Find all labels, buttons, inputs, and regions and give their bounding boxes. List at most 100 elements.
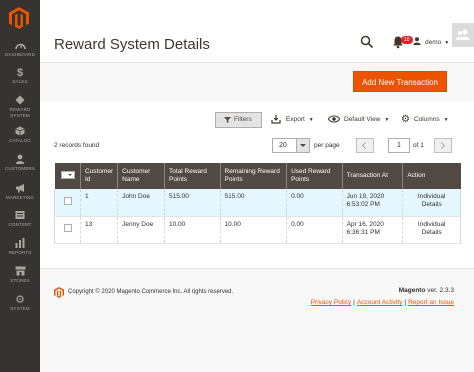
sidebar-item-label: SALES (12, 79, 28, 84)
content-icon (0, 210, 40, 222)
sidebar-item-label: CATALOG (9, 138, 31, 143)
next-page-button[interactable] (434, 138, 452, 153)
page-count: of 1 (413, 142, 424, 149)
magento-logo[interactable] (9, 7, 29, 29)
bar-chart-icon (0, 238, 40, 250)
sidebar-item-system[interactable]: ⚙ SYSTEM (0, 294, 40, 312)
dashboard-icon (0, 40, 40, 52)
total-reward-points: 515.00 (163, 189, 221, 217)
transaction-at: Apr 16, 2020 6:36:31 PM (341, 216, 403, 244)
store-icon (0, 266, 40, 278)
view-dropdown[interactable]: Default View ▼ (344, 116, 389, 123)
table-row[interactable]: 13 Jenny Doe 10.00 10.00 0.00 Apr 16, 20… (54, 216, 461, 244)
search-icon[interactable] (360, 35, 374, 49)
reward-icon (0, 95, 40, 107)
mass-select-dropdown[interactable] (60, 170, 75, 179)
customer-id: 13 (79, 216, 118, 244)
column-header[interactable]: Transaction At (341, 163, 403, 189)
used-reward-points: 0.00 (286, 189, 343, 217)
filter-icon (224, 117, 231, 123)
customer-name: Jenny Doe (117, 216, 165, 244)
row-checkbox[interactable] (64, 224, 72, 232)
page-number-input[interactable]: 1 (388, 138, 410, 153)
per-page-toggle[interactable] (296, 138, 310, 153)
sidebar-item-label: REPORTS (8, 250, 32, 255)
export-dropdown[interactable]: Export ▼ (286, 116, 314, 123)
row-select-cell[interactable] (54, 189, 81, 217)
individual-details-link[interactable]: Individual Details (402, 216, 461, 244)
page-title: Reward System Details (54, 36, 210, 53)
magento-version: Magento ver. 2.3.3 (399, 287, 454, 294)
used-reward-points: 0.00 (286, 216, 343, 244)
column-header: Action (402, 163, 461, 189)
sidebar-item-sales[interactable]: $ SALES (0, 67, 40, 85)
main-content: Reward System Details 10 demo ▼ Add New T… (40, 0, 474, 372)
account-activity-link[interactable]: Account Activity (357, 299, 403, 306)
view-label: Default View (344, 116, 381, 123)
page-footer (40, 268, 474, 372)
sidebar-item-reward-system[interactable]: REWARD SYSTEM (0, 95, 40, 118)
version-number: ver. 2.3.3 (427, 287, 454, 294)
gear-icon: ⚙ (15, 294, 25, 306)
privacy-policy-link[interactable]: Privacy Policy (311, 299, 351, 306)
sidebar-item-catalog[interactable]: CATALOG (0, 126, 40, 144)
customer-name: John Doe (117, 189, 165, 217)
previous-page-button[interactable] (356, 138, 374, 153)
row-checkbox[interactable] (64, 196, 72, 205)
filters-button[interactable]: Filters (215, 112, 262, 128)
eye-icon[interactable] (328, 114, 340, 124)
sidebar-item-dashboard[interactable]: DASHBOARD (0, 40, 40, 58)
export-label: Export (286, 116, 305, 123)
columns-dropdown[interactable]: Columns ▼ (414, 116, 449, 123)
individual-details-link[interactable]: Individual Details (402, 189, 461, 217)
column-header[interactable]: Remaining Reward Points (219, 163, 287, 189)
cube-icon (0, 126, 40, 138)
total-reward-points: 10.00 (163, 216, 221, 244)
people-icon (456, 29, 470, 40)
chevron-down-icon: ▼ (443, 117, 449, 123)
add-new-transaction-button[interactable]: Add New Transaction (353, 71, 447, 92)
copyright-text: Copyright © 2020 Magento Commerce Inc. A… (68, 289, 234, 295)
transaction-at: Jun 19, 2020 6:53:02 PM (341, 189, 403, 217)
columns-label: Columns (414, 116, 440, 123)
magento-logo (54, 287, 64, 298)
sidebar-item-customers[interactable]: CUSTOMERS (0, 154, 40, 172)
sidebar-item-reports[interactable]: REPORTS (0, 238, 40, 256)
row-select-cell[interactable] (54, 216, 81, 244)
notification-count-badge: 10 (401, 36, 413, 44)
megaphone-icon (0, 183, 40, 195)
sidebar-item-label: REWARD SYSTEM (9, 107, 31, 118)
column-header[interactable]: Total Reward Points (163, 163, 221, 189)
sidebar-item-label: SYSTEM (10, 306, 30, 311)
remaining-reward-points: 10.00 (219, 216, 287, 244)
sidebar-item-label: STORES (10, 278, 30, 283)
remaining-reward-points: 515.00 (219, 189, 287, 217)
records-found: 2 records found (54, 142, 100, 149)
sidebar-item-label: CONTENT (8, 222, 32, 227)
user-switch-button[interactable] (452, 23, 474, 47)
sidebar-item-stores[interactable]: STORES (0, 266, 40, 284)
column-header[interactable]: Customer Name (117, 163, 165, 189)
sidebar-item-marketing[interactable]: MARKETING (0, 183, 40, 201)
column-header[interactable]: Customer Id (79, 163, 118, 189)
customer-id: 1 (79, 189, 118, 217)
table-header-row: Customer Id Customer Name Total Reward P… (54, 163, 461, 189)
sidebar-item-label: MARKETING (5, 195, 35, 200)
footer-links: Privacy Policy | Account Activity | Report a… (310, 299, 454, 306)
sidebar-item-label: DASHBOARD (5, 52, 35, 57)
table-row[interactable]: 1 John Doe 515.00 515.00 0.00 Jun 19, 20… (54, 189, 461, 217)
user-menu[interactable]: demo ▼ (413, 37, 449, 46)
column-header[interactable]: Used Reward Points (286, 163, 343, 189)
sidebar-item-label: CUSTOMERS (4, 166, 36, 171)
columns-gear-icon[interactable]: ⚙ (401, 114, 410, 125)
reward-transactions-table: Customer Id Customer Name Total Reward P… (54, 163, 461, 244)
user-icon (413, 37, 421, 45)
mass-select-header[interactable] (54, 163, 81, 189)
chevron-down-icon: ▼ (444, 40, 450, 46)
chevron-down-icon: ▼ (308, 117, 314, 123)
report-issue-link[interactable]: Report an Issue (408, 299, 454, 306)
sidebar-item-content[interactable]: CONTENT (0, 210, 40, 228)
export-icon[interactable] (271, 114, 281, 124)
filters-label: Filters (234, 116, 252, 123)
person-icon (0, 154, 40, 166)
